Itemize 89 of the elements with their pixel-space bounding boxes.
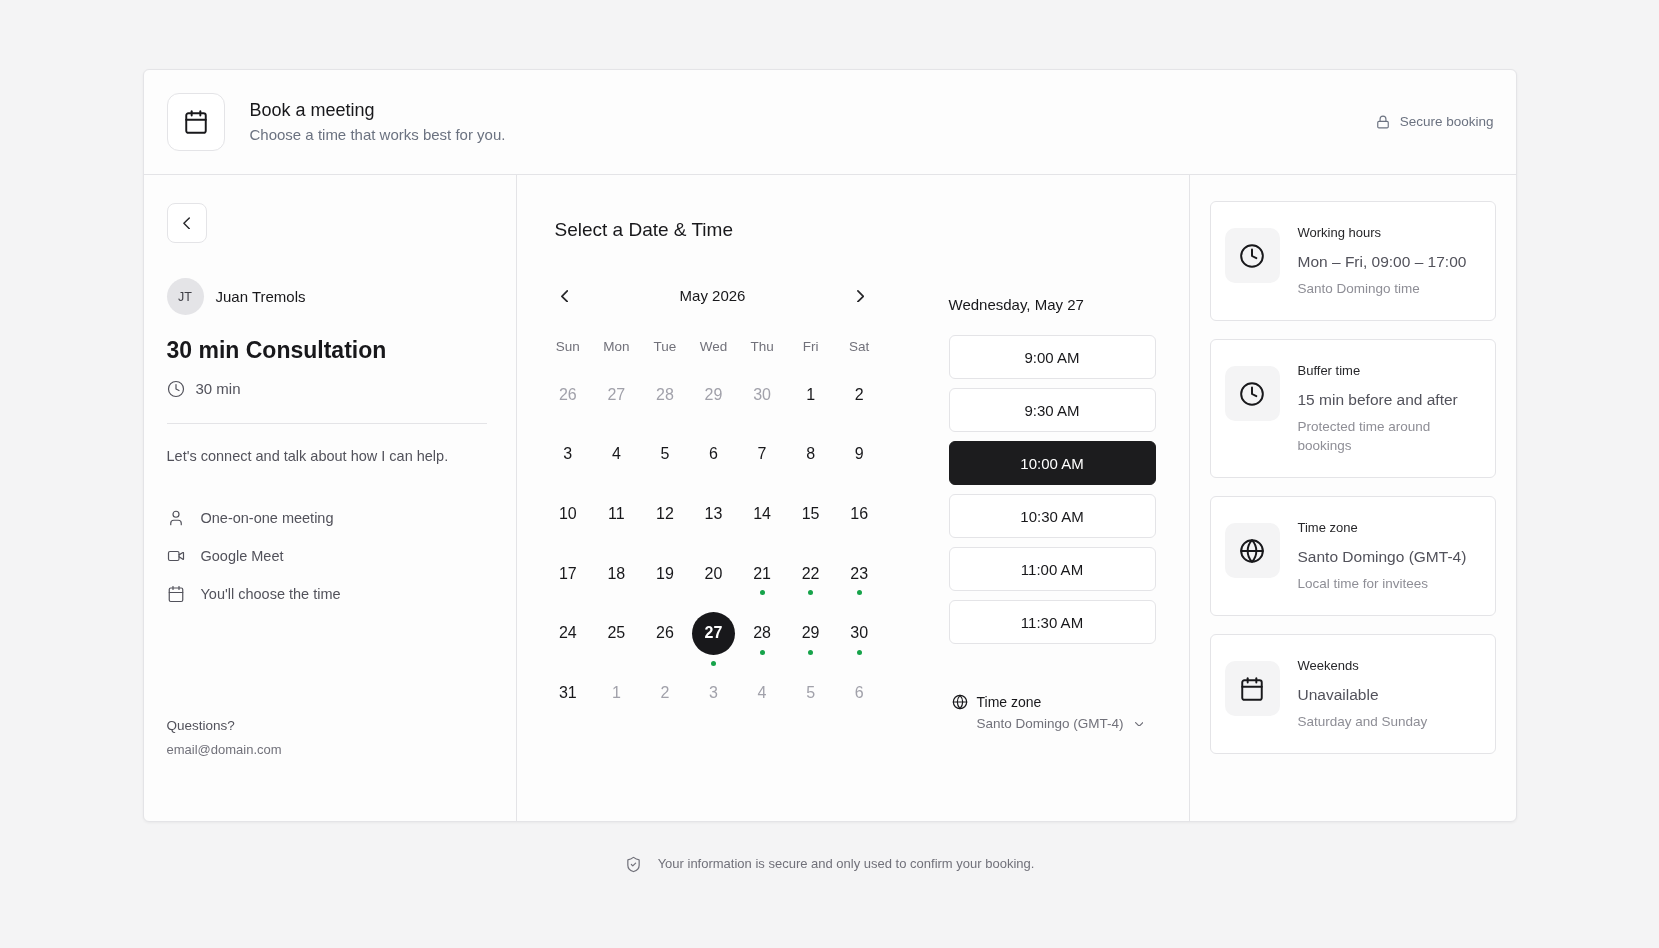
date-heading: Wednesday, May 27 — [948, 295, 1084, 315]
avatar: JT — [166, 278, 204, 315]
calendar-icon — [166, 585, 185, 603]
clock-icon — [1224, 228, 1280, 283]
weekday-label: Wed — [699, 338, 728, 356]
calendar-day[interactable]: 16 — [837, 492, 881, 536]
calendar-day[interactable]: 22 — [789, 552, 833, 596]
section-title: Select a Date & Time — [554, 218, 733, 242]
card-title: Buffer time — [1297, 362, 1361, 380]
detail-text: Google Meet — [200, 547, 284, 566]
calendar-day[interactable]: 3 — [546, 432, 590, 476]
event-description: Let's connect and talk about how I can help. — [166, 447, 449, 466]
card-title: Working hours — [1297, 224, 1382, 242]
calendar-day[interactable]: 21 — [740, 552, 784, 596]
calendar-day[interactable]: 7 — [740, 432, 784, 476]
calendar-day[interactable]: 8 — [789, 432, 833, 476]
calendar-day[interactable]: 12 — [643, 492, 687, 536]
lock-icon — [1375, 115, 1390, 129]
card-title: Weekends — [1297, 657, 1359, 675]
calendar-day[interactable]: 30 — [837, 611, 881, 655]
time-slot[interactable]: 9:30 AM — [948, 388, 1156, 432]
calendar-day[interactable]: 18 — [594, 552, 638, 596]
calendar-day[interactable]: 1 — [789, 373, 833, 417]
calendar-icon — [1224, 661, 1280, 716]
calendar-day[interactable]: 19 — [643, 552, 687, 596]
calendar-day[interactable]: 25 — [594, 611, 638, 655]
month-label: May 2026 — [679, 286, 746, 306]
time-slot[interactable]: 9:00 AM — [948, 335, 1156, 379]
calendar-day[interactable]: 14 — [740, 492, 784, 536]
time-slot[interactable]: 10:30 AM — [948, 494, 1156, 538]
calendar-day[interactable]: 10 — [546, 492, 590, 536]
header-title: Book a meeting — [249, 99, 375, 121]
globe-icon — [951, 694, 968, 710]
card-note: Protected time around bookings — [1297, 418, 1432, 455]
clock-icon — [166, 380, 185, 398]
chevron-left-icon — [560, 289, 569, 303]
chevron-right-icon — [856, 289, 865, 303]
globe-icon — [1224, 523, 1280, 578]
calendar-day[interactable]: 4 — [594, 432, 638, 476]
calendar-day[interactable]: 5 — [643, 432, 687, 476]
shield-check-icon — [624, 855, 642, 873]
calendar-day[interactable]: 31 — [546, 671, 590, 715]
contact-email: email@domain.com — [166, 741, 282, 759]
timezone-select[interactable]: Santo Domingo (GMT-4) — [976, 714, 1143, 734]
calendar-day[interactable]: 23 — [837, 552, 881, 596]
card-value: 15 min before and after — [1297, 390, 1458, 410]
header-subtitle: Choose a time that works best for you. — [249, 125, 506, 145]
card-note: Saturday and Sunday — [1297, 713, 1428, 731]
calendar-day[interactable]: 26 — [643, 611, 687, 655]
footer-note: Your information is secure and only used to confirm your booking. — [657, 855, 1035, 873]
calendar-day[interactable]: 9 — [837, 432, 881, 476]
calendar-day[interactable]: 6 — [692, 432, 735, 476]
weekday-label: Sat — [849, 338, 870, 356]
chevron-down-icon — [1134, 721, 1143, 727]
card-title: Time zone — [1297, 519, 1358, 537]
clock-icon — [1224, 366, 1280, 421]
calendar-icon — [166, 93, 225, 151]
calendar-day[interactable]: 24 — [546, 611, 590, 655]
card-value: Unavailable — [1297, 685, 1379, 705]
calendar-day[interactable]: 27 — [692, 611, 735, 655]
weekday-label: Thu — [750, 338, 774, 356]
card-note: Local time for invitees — [1297, 575, 1429, 593]
calendar-day[interactable]: 20 — [692, 552, 735, 596]
time-slot[interactable]: 10:00 AM — [948, 441, 1156, 485]
calendar-day[interactable]: 29 — [789, 611, 833, 655]
card-note: Santo Domingo time — [1297, 280, 1420, 298]
calendar-day[interactable]: 15 — [789, 492, 833, 536]
card-value: Santo Domingo (GMT-4) — [1297, 547, 1467, 567]
event-title: 30 min Consultation — [166, 336, 387, 364]
host-name: Juan Tremols — [215, 286, 306, 307]
detail-text: You'll choose the time — [200, 585, 341, 604]
calendar-day[interactable]: 2 — [837, 373, 881, 417]
chevron-left-icon — [182, 216, 191, 230]
calendar-day[interactable]: 11 — [594, 492, 638, 536]
calendar-day[interactable]: 28 — [740, 611, 784, 655]
time-slot[interactable]: 11:00 AM — [948, 547, 1156, 591]
card-value: Mon – Fri, 09:00 – 17:00 — [1297, 252, 1467, 272]
questions-label: Questions? — [166, 717, 235, 735]
weekday-label: Tue — [653, 338, 677, 356]
weekday-label: Fri — [802, 338, 819, 356]
secure-note: Secure booking — [1399, 113, 1494, 131]
time-slot[interactable]: 11:30 AM — [948, 600, 1156, 644]
timezone-label: Time zone — [976, 693, 1042, 712]
calendar-day[interactable]: 17 — [546, 552, 590, 596]
detail-text: One-on-one meeting — [200, 509, 334, 528]
calendar-day[interactable]: 13 — [692, 492, 735, 536]
weekday-label: Mon — [603, 338, 630, 356]
weekday-label: Sun — [555, 338, 580, 356]
duration-text: 30 min — [195, 379, 241, 399]
